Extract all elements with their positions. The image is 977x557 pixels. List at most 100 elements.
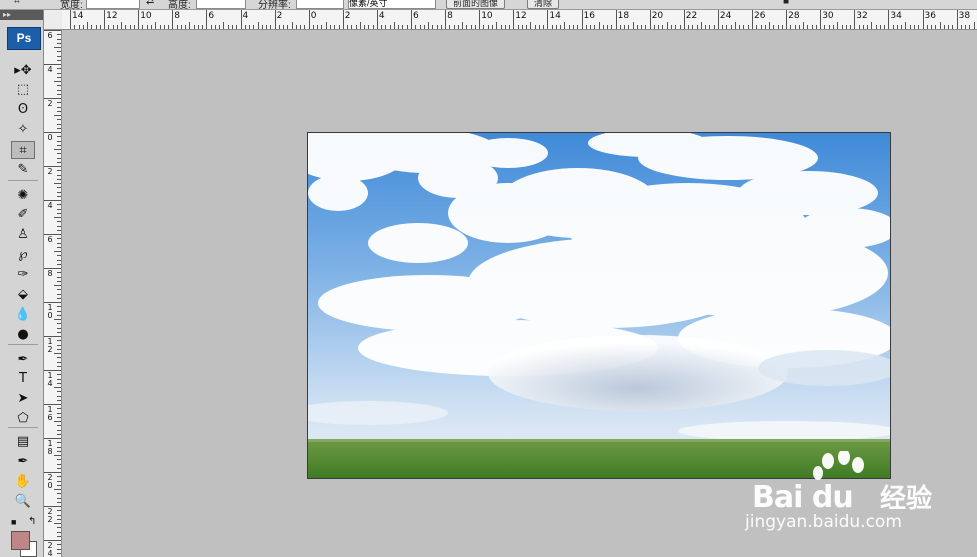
ruler-label: 28 [788,11,800,21]
magic-wand-tool-icon[interactable]: ✧ [11,121,35,139]
ruler-tick [334,25,336,29]
ruler-label: 6 [47,31,53,40]
ruler-tick [274,10,276,29]
ruler-tick [257,22,259,29]
ruler-tick [57,276,61,278]
crop-tool-icon[interactable]: ⌗ [11,141,35,159]
history-brush-tool-icon[interactable]: ℘ [11,246,35,264]
brush-tool-icon[interactable]: ✐ [11,206,35,224]
ruler-tick [57,459,61,461]
ruler-tick [815,25,817,29]
ruler-tick [193,25,195,29]
ruler-tick [57,212,61,214]
clear-button[interactable]: 清除 [527,0,560,9]
pen-tool-icon[interactable]: ✒ [11,351,35,369]
ruler-tick [54,387,61,388]
lasso-tool-icon[interactable]: ʘ [11,101,35,119]
shape-tool-icon[interactable]: ⬠ [11,410,35,428]
ruler-tick [820,10,822,29]
vertical-ruler[interactable]: 6 4 2 0 2 4 6 8 1 0 1 2 1 4 1 6 1 8 2 0 2 2 2 4 [44,30,62,557]
ruler-tick [227,25,229,29]
horizontal-ruler[interactable]: 14 12 10 8 6 4 2 0 2 4 6 8 10 12 14 16 18 20 22 24 26 28 30 32 3… [62,10,977,30]
hand-tool-icon[interactable]: ✋ [11,473,35,491]
ruler-tick [641,25,643,29]
ruler-tick [956,10,958,29]
width-label: 宽度: [60,0,83,10]
ruler-tick [54,149,61,150]
ruler-tick [879,25,881,29]
ruler-tick [57,391,61,393]
ruler-tick [325,22,327,29]
clone-stamp-tool-icon[interactable]: ♙ [11,226,35,244]
ruler-label: 12 [106,11,118,21]
path-selection-tool-icon[interactable]: ➤ [11,390,35,408]
ruler-tick [57,331,61,333]
move-tool-icon[interactable]: ▸✥ [11,62,35,80]
ruler-tick [57,242,61,244]
front-image-button[interactable]: 前面的图像 [446,0,506,9]
ruler-tick [57,314,61,316]
ruler-tick [739,25,741,29]
marquee-tool-icon[interactable]: ⬚ [11,81,35,99]
panel-icon[interactable]: ■ [783,0,789,7]
toolbox-grip[interactable]: ▸▸ [0,10,43,20]
ruler-tick [317,25,319,29]
ruler-tick [312,25,314,29]
type-tool-icon[interactable]: T [11,370,35,388]
ruler-tick [253,25,255,29]
ruler-tick [871,22,873,29]
ruler-tick [756,25,758,29]
ruler-tick [57,501,61,503]
ruler-tick [202,25,204,29]
ruler-label: 38 [958,11,971,21]
width-field[interactable] [86,0,140,9]
photoshop-logo[interactable]: Ps [7,27,41,50]
ruler-tick [705,25,707,29]
height-field[interactable] [196,0,246,9]
notes-tool-icon[interactable]: ▤ [11,433,35,451]
ruler-tick [44,472,61,473]
slice-tool-icon[interactable]: ✎ [11,161,35,179]
ruler-label: 1 6 [47,405,53,422]
foreground-color-swatch[interactable] [11,531,30,550]
ruler-tick [513,10,515,29]
ruler-tick [219,25,221,29]
zoom-tool-icon[interactable]: 🔍 [11,493,35,511]
eraser-tool-icon[interactable]: ✑ [11,266,35,284]
ruler-origin[interactable] [44,10,63,30]
paint-bucket-tool-icon[interactable]: ⬙ [11,286,35,304]
ruler-tick [44,30,61,31]
ruler-tick [730,25,732,29]
dodge-tool-icon[interactable]: ● [11,326,35,344]
ruler-tick [338,25,340,29]
ruler-tick [54,421,61,422]
ruler-tick [57,467,61,469]
document-canvas[interactable] [307,132,891,479]
healing-brush-tool-icon[interactable]: ✺ [11,187,35,205]
ruler-tick [57,361,61,363]
eyedropper-tool-icon[interactable]: ✒ [11,453,35,471]
ruler-tick [176,25,178,29]
ruler-tick [57,395,61,397]
swap-icon[interactable]: ⇄ [146,0,154,7]
ruler-tick [491,25,493,29]
blur-tool-icon[interactable]: 💧 [11,306,35,324]
ruler-tick [172,10,174,29]
ruler-tick [483,25,485,29]
ruler-tick [845,25,847,29]
ruler-label: 2 0 [47,473,53,490]
resolution-unit-select[interactable]: 像素/英寸 [348,0,436,9]
ruler-tick [850,25,852,29]
ruler-tick [577,25,579,29]
ruler-tick [104,10,106,29]
swap-colors-icon[interactable]: ↰ [28,516,36,527]
ruler-tick [449,25,451,29]
default-colors-icon[interactable]: ■ [11,517,16,527]
ruler-tick [57,153,61,155]
ruler-tick [892,25,894,29]
ruler-label: 10 [481,11,493,21]
ruler-tick [57,195,61,197]
ruler-tick [321,25,323,29]
resolution-field[interactable] [296,0,344,9]
ruler-tick [415,25,417,29]
